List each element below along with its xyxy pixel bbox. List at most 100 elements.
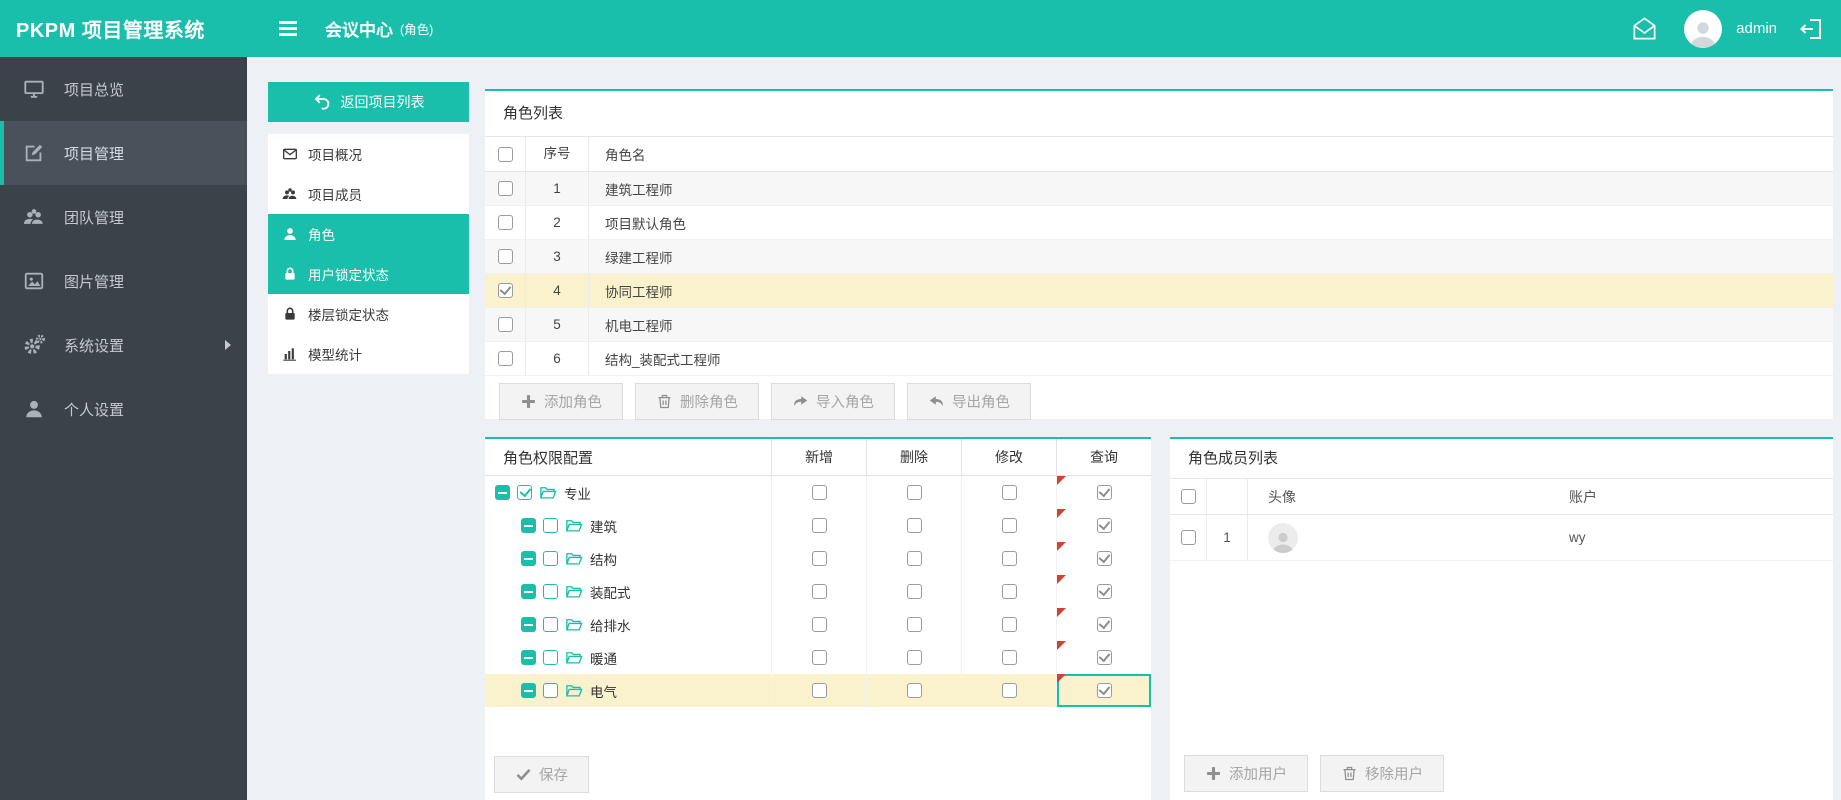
minus-square-icon[interactable] [521, 617, 536, 632]
member-checkbox[interactable] [1180, 530, 1196, 545]
perm-add-checkbox[interactable] [811, 551, 827, 566]
role-row[interactable]: 3 绿建工程师 [485, 240, 1833, 274]
perm-add-checkbox[interactable] [811, 650, 827, 665]
sidebar-item[interactable]: 项目管理 [0, 121, 247, 185]
role-action-button[interactable]: 导出角色 [907, 383, 1031, 420]
perm-query-checkbox[interactable] [1096, 551, 1112, 566]
members-select-all-checkbox[interactable] [1180, 489, 1196, 504]
minus-square-icon[interactable] [521, 551, 536, 566]
perm-delete-cell [866, 542, 961, 575]
perm-query-cell [1056, 542, 1151, 575]
permission-row[interactable]: 结构 [485, 542, 1151, 575]
sidebar-item[interactable]: 系统设置 [0, 313, 247, 377]
member-action-button[interactable]: 添加用户 [1184, 755, 1308, 792]
role-row[interactable]: 2 项目默认角色 [485, 206, 1833, 240]
tree-checkbox[interactable] [543, 683, 558, 698]
perm-modify-checkbox[interactable] [1001, 683, 1017, 698]
perm-query-checkbox[interactable] [1096, 485, 1112, 500]
perm-modify-checkbox[interactable] [1001, 584, 1017, 599]
row-checkbox[interactable] [497, 181, 513, 196]
minus-square-icon[interactable] [521, 683, 536, 698]
perm-query-checkbox[interactable] [1096, 584, 1112, 599]
save-button[interactable]: 保存 [494, 756, 589, 793]
perm-delete-checkbox[interactable] [906, 650, 922, 665]
perm-add-checkbox[interactable] [811, 518, 827, 533]
perm-delete-checkbox[interactable] [906, 518, 922, 533]
submenu-item[interactable]: 项目概况 [268, 134, 469, 174]
perm-add-cell [771, 641, 866, 674]
role-action-button[interactable]: 删除角色 [635, 383, 759, 420]
member-row[interactable]: 1 wy [1170, 515, 1833, 561]
role-row[interactable]: 6 结构_装配式工程师 [485, 342, 1833, 376]
perm-delete-checkbox[interactable] [906, 485, 922, 500]
tree-checkbox[interactable] [517, 485, 532, 500]
row-checkbox[interactable] [497, 351, 513, 366]
submenu-item[interactable]: 项目成员 [268, 174, 469, 214]
row-checkbox[interactable] [497, 215, 513, 230]
perm-add-checkbox[interactable] [811, 683, 827, 698]
tree-checkbox[interactable] [543, 617, 558, 632]
perm-add-checkbox[interactable] [811, 617, 827, 632]
row-checkbox[interactable] [497, 283, 513, 298]
perm-add-checkbox[interactable] [811, 485, 827, 500]
sidebar-item[interactable]: 项目总览 [0, 57, 247, 121]
perm-query-checkbox[interactable] [1096, 650, 1112, 665]
submenu-item-label: 模型统计 [308, 348, 362, 363]
perm-query-checkbox[interactable] [1096, 617, 1112, 632]
submenu-item[interactable]: 角色 [268, 214, 469, 254]
minus-square-icon[interactable] [521, 584, 536, 599]
permission-row[interactable]: 建筑 [485, 509, 1151, 542]
minus-square-icon[interactable] [521, 650, 536, 665]
perm-query-checkbox[interactable] [1096, 683, 1112, 698]
minus-square-icon[interactable] [521, 518, 536, 533]
tree-checkbox[interactable] [543, 584, 558, 599]
perm-modify-checkbox[interactable] [1001, 617, 1017, 632]
permission-row[interactable]: 给排水 [485, 608, 1151, 641]
role-row[interactable]: 4 协同工程师 [485, 274, 1833, 308]
perm-modify-checkbox[interactable] [1001, 518, 1017, 533]
avatar[interactable] [1684, 9, 1723, 48]
submenu-item[interactable]: 用户锁定状态 [268, 254, 469, 294]
role-name: 机电工程师 [605, 318, 673, 334]
permission-row[interactable]: 专业 [485, 476, 1151, 509]
row-checkbox[interactable] [497, 249, 513, 264]
sidebar-item[interactable]: 团队管理 [0, 185, 247, 249]
role-row[interactable]: 5 机电工程师 [485, 308, 1833, 342]
perm-delete-checkbox[interactable] [906, 683, 922, 698]
permission-row[interactable]: 装配式 [485, 575, 1151, 608]
role-action-button[interactable]: 添加角色 [499, 383, 623, 420]
trash-icon [1341, 765, 1358, 782]
permission-row[interactable]: 暖通 [485, 641, 1151, 674]
submenu-item-label: 用户锁定状态 [308, 268, 389, 283]
tree-checkbox[interactable] [543, 518, 558, 533]
permission-row[interactable]: 电气 [485, 674, 1151, 707]
perm-modify-checkbox[interactable] [1001, 485, 1017, 500]
sidebar-item[interactable]: 图片管理 [0, 249, 247, 313]
tree-label: 电气 [590, 684, 617, 700]
role-row[interactable]: 1 建筑工程师 [485, 172, 1833, 206]
minus-square-icon[interactable] [495, 485, 510, 500]
submenu-item[interactable]: 模型统计 [268, 334, 469, 374]
perm-delete-checkbox[interactable] [906, 584, 922, 599]
member-action-button[interactable]: 移除用户 [1320, 755, 1444, 792]
sidebar-item-label: 系统设置 [64, 337, 125, 355]
perm-modify-checkbox[interactable] [1001, 551, 1017, 566]
sidebar-item[interactable]: 个人设置 [0, 377, 247, 441]
submenu-item-label: 项目概况 [308, 148, 362, 163]
tree-checkbox[interactable] [543, 650, 558, 665]
row-checkbox[interactable] [497, 317, 513, 332]
back-button-label: 返回项目列表 [340, 94, 425, 110]
mail-open-icon[interactable] [1631, 15, 1658, 42]
logout-icon[interactable] [1799, 17, 1823, 41]
perm-delete-checkbox[interactable] [906, 617, 922, 632]
submenu-item[interactable]: 楼层锁定状态 [268, 294, 469, 334]
tree-checkbox[interactable] [543, 551, 558, 566]
perm-delete-checkbox[interactable] [906, 551, 922, 566]
role-action-button[interactable]: 导入角色 [771, 383, 895, 420]
perm-add-checkbox[interactable] [811, 584, 827, 599]
back-to-projects-button[interactable]: 返回项目列表 [268, 82, 469, 122]
select-all-checkbox[interactable] [497, 146, 513, 162]
perm-modify-checkbox[interactable] [1001, 650, 1017, 665]
hamburger-icon[interactable] [279, 20, 297, 38]
perm-query-checkbox[interactable] [1096, 518, 1112, 533]
